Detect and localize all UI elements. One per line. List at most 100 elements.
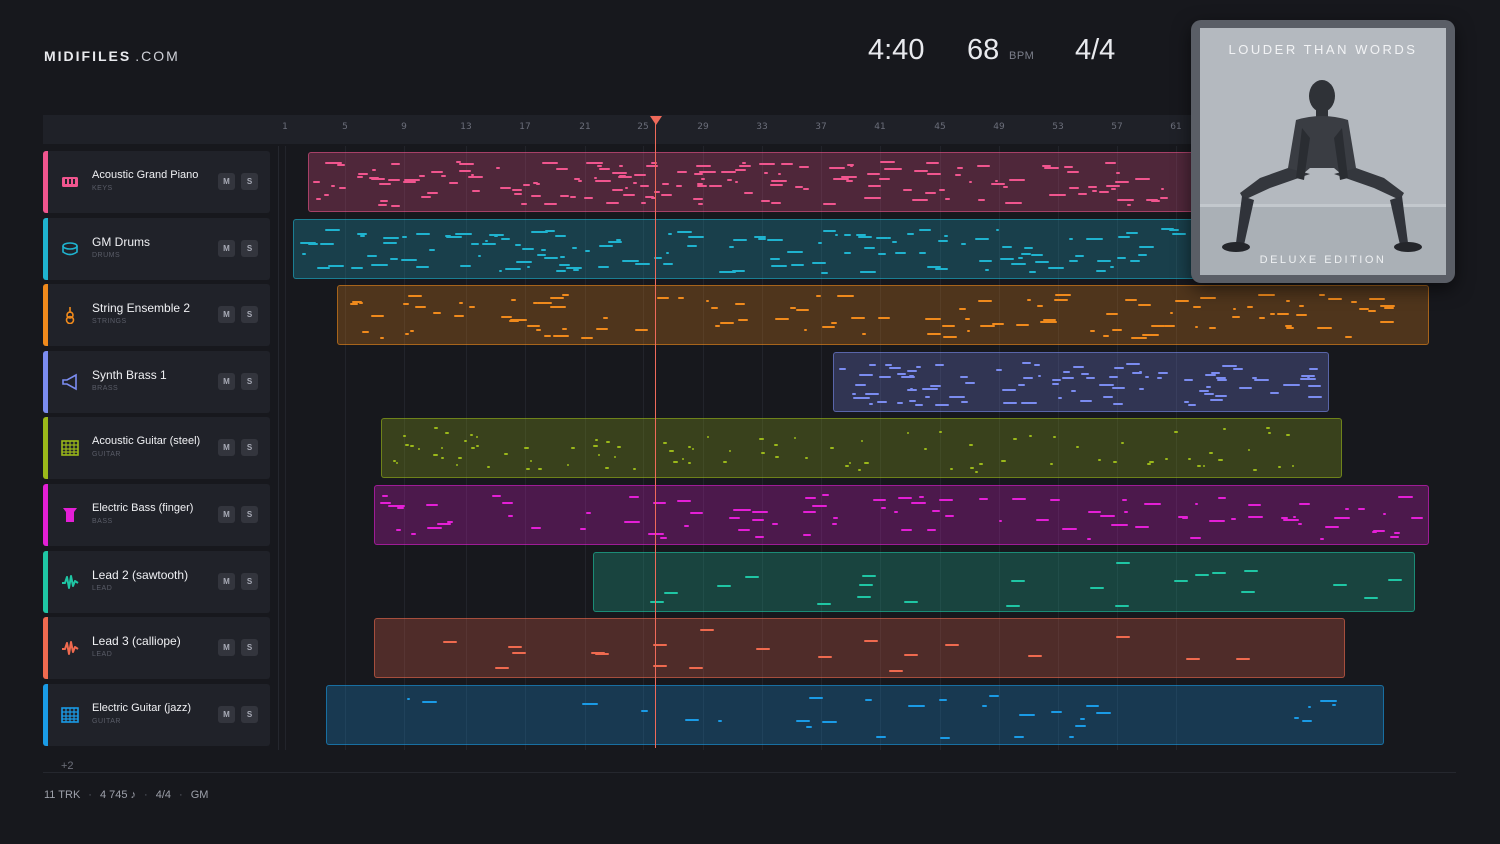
midi-note bbox=[1054, 299, 1068, 301]
midi-note bbox=[1049, 194, 1066, 196]
midi-note bbox=[1040, 321, 1057, 323]
midi-note bbox=[1055, 294, 1071, 296]
midi-note bbox=[919, 229, 931, 231]
midi-note bbox=[536, 329, 541, 331]
midi-note bbox=[367, 255, 377, 257]
midi-note bbox=[903, 189, 912, 191]
midi-note bbox=[391, 205, 400, 207]
midi-note bbox=[865, 393, 879, 395]
track-row[interactable]: GM Drums DRUMS M S bbox=[43, 218, 270, 280]
track-row[interactable]: Acoustic Guitar (steel) GUITAR M S bbox=[43, 417, 270, 479]
mute-button[interactable]: M bbox=[218, 573, 235, 590]
midi-note bbox=[1308, 385, 1321, 387]
solo-button[interactable]: S bbox=[241, 439, 258, 456]
mute-button[interactable]: M bbox=[218, 173, 235, 190]
track-row[interactable]: String Ensemble 2 STRINGS M S bbox=[43, 284, 270, 346]
solo-button[interactable]: S bbox=[241, 173, 258, 190]
midi-note bbox=[664, 592, 678, 594]
midi-note bbox=[977, 165, 990, 167]
mute-button[interactable]: M bbox=[218, 373, 235, 390]
solo-button[interactable]: S bbox=[241, 506, 258, 523]
midi-note bbox=[464, 440, 467, 442]
midi-note bbox=[383, 237, 399, 239]
midi-note bbox=[935, 268, 948, 270]
midi-clip[interactable] bbox=[374, 485, 1429, 545]
midi-clip[interactable] bbox=[293, 219, 1195, 279]
brand-logo: MIDIFILES .COM bbox=[44, 48, 180, 64]
track-row[interactable]: Electric Bass (finger) BASS M S bbox=[43, 484, 270, 546]
track-color-bar bbox=[43, 684, 48, 746]
midi-note bbox=[1334, 517, 1350, 519]
midi-note bbox=[985, 269, 989, 271]
midi-note bbox=[1111, 524, 1128, 526]
mute-button[interactable]: M bbox=[218, 439, 235, 456]
midi-note bbox=[605, 467, 609, 469]
midi-note bbox=[852, 393, 856, 395]
midi-note bbox=[603, 317, 608, 319]
midi-note bbox=[830, 447, 834, 449]
solo-button[interactable]: S bbox=[241, 706, 258, 723]
midi-note bbox=[646, 165, 658, 167]
mute-button[interactable]: M bbox=[218, 639, 235, 656]
midi-note bbox=[939, 499, 953, 501]
mute-button[interactable]: M bbox=[218, 506, 235, 523]
mute-button[interactable]: M bbox=[218, 306, 235, 323]
track-row[interactable]: Synth Brass 1 BRASS M S bbox=[43, 351, 270, 413]
midi-note bbox=[865, 699, 872, 701]
midi-note bbox=[441, 175, 446, 177]
midi-note bbox=[781, 163, 793, 165]
midi-note bbox=[1266, 427, 1270, 429]
ruler-tick-label: 25 bbox=[637, 122, 649, 132]
midi-note bbox=[1062, 377, 1074, 379]
midi-note bbox=[778, 173, 781, 175]
midi-note bbox=[904, 601, 918, 603]
midi-note bbox=[1248, 504, 1261, 506]
midi-note bbox=[1139, 246, 1154, 248]
mute-button[interactable]: M bbox=[218, 706, 235, 723]
midi-clip[interactable] bbox=[337, 285, 1429, 345]
midi-note bbox=[925, 318, 941, 320]
midi-note bbox=[663, 263, 673, 265]
midi-note bbox=[1218, 497, 1226, 499]
mute-button[interactable]: M bbox=[218, 240, 235, 257]
solo-button[interactable]: S bbox=[241, 306, 258, 323]
midi-note bbox=[1212, 572, 1226, 574]
midi-note bbox=[380, 337, 384, 339]
midi-note bbox=[1184, 379, 1193, 381]
midi-note bbox=[485, 240, 488, 242]
ruler-tick-label: 9 bbox=[401, 122, 407, 132]
playhead[interactable] bbox=[655, 122, 656, 748]
track-row[interactable]: Lead 2 (sawtooth) LEAD M S bbox=[43, 551, 270, 613]
more-tracks-indicator[interactable]: +2 bbox=[61, 760, 74, 772]
midi-note bbox=[545, 230, 555, 232]
midi-note bbox=[325, 229, 340, 231]
solo-button[interactable]: S bbox=[241, 639, 258, 656]
midi-note bbox=[979, 260, 992, 262]
midi-note bbox=[663, 442, 667, 444]
midi-note bbox=[772, 523, 778, 525]
solo-button[interactable]: S bbox=[241, 373, 258, 390]
midi-note bbox=[939, 189, 945, 191]
solo-button[interactable]: S bbox=[241, 573, 258, 590]
midi-clip[interactable] bbox=[326, 685, 1384, 745]
midi-note bbox=[1088, 186, 1097, 188]
midi-note bbox=[685, 719, 699, 721]
midi-clip[interactable] bbox=[308, 152, 1195, 212]
midi-note bbox=[1139, 388, 1144, 390]
midi-clip[interactable] bbox=[833, 352, 1329, 412]
midi-clip[interactable] bbox=[374, 618, 1345, 678]
playhead-marker[interactable] bbox=[650, 116, 662, 125]
solo-button[interactable]: S bbox=[241, 240, 258, 257]
track-row[interactable]: Acoustic Grand Piano KEYS M S bbox=[43, 151, 270, 213]
midi-clip[interactable] bbox=[593, 552, 1415, 612]
midi-clip[interactable] bbox=[381, 418, 1342, 478]
time-signature: 4/4 bbox=[1075, 34, 1116, 66]
midi-note bbox=[454, 315, 464, 317]
midi-note bbox=[897, 402, 903, 404]
track-row[interactable]: Lead 3 (calliope) LEAD M S bbox=[43, 617, 270, 679]
track-row[interactable]: Electric Guitar (jazz) GUITAR M S bbox=[43, 684, 270, 746]
midi-note bbox=[1252, 377, 1257, 379]
track-category: BASS bbox=[92, 518, 113, 525]
midi-note bbox=[1216, 377, 1226, 379]
timeline-ruler[interactable]: 1 5 9 13 17 21 25 29 33 37 41 45 49 53 57 61 bbox=[43, 115, 1193, 144]
